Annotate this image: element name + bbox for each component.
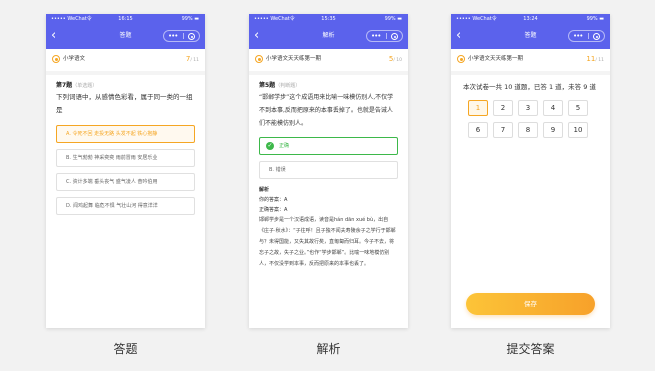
- capsule-divider: [386, 33, 387, 39]
- option-a[interactable]: A. 令死不回 走投无路 头发不起 铁心抱静: [56, 125, 195, 143]
- check-icon: ✓: [266, 142, 274, 150]
- question-type: （判断题）: [275, 83, 301, 89]
- capsule-divider: [183, 33, 184, 39]
- phone-answering: ••••• WeChat令 16:15 99% ▬ ‹ 答题 ••• 小学语文 …: [46, 14, 205, 328]
- question-number: 第7题: [56, 82, 73, 89]
- nav-bar: ‹ 答题 •••: [46, 24, 205, 49]
- top-bar: ••••• WeChat令 16:15 99% ▬ ‹ 答题 •••: [46, 14, 205, 49]
- option-d[interactable]: D. 闻鸡起舞 临危不惧 气壮山河 得意洋洋: [56, 197, 195, 215]
- quiz-name: 小学语文天天练第一期: [266, 56, 322, 62]
- target-icon: [457, 55, 465, 63]
- quiz-header: 小学语文天天练第一期 11/ 11: [451, 49, 610, 75]
- question-number: 第5题: [259, 82, 276, 89]
- mini-program-capsule: •••: [163, 30, 200, 42]
- mini-program-capsule: •••: [568, 30, 605, 42]
- your-answer: 你的答案：A: [259, 197, 288, 203]
- status-bar: ••••• WeChat令 15:35 99% ▬: [249, 14, 408, 24]
- caption-answering: 答题: [113, 342, 138, 356]
- analysis-body: 邯郸学步是一个汉语成语，读音是hán dān xué bù，出自《庄子·秋水》：…: [259, 217, 396, 267]
- save-button[interactable]: 保存: [466, 293, 595, 315]
- option-a-correct[interactable]: ✓ 正确: [259, 137, 398, 155]
- question-number-cell[interactable]: 2: [493, 100, 513, 116]
- option-b[interactable]: B. 生气勃勃 神采奕奕 雨前冒雨 安居乐业: [56, 149, 195, 167]
- close-target-icon[interactable]: [593, 33, 600, 40]
- question-progress: 11/ 11: [586, 49, 604, 71]
- question-heading: 第7题（单选题）: [56, 81, 195, 91]
- question-number-cell[interactable]: 6: [468, 122, 488, 138]
- question-progress: 5/ 10: [389, 49, 402, 71]
- capsule-divider: [588, 33, 589, 39]
- battery-indicator: 99% ▬: [384, 16, 402, 22]
- quiz-name: 小学语文天天练第一期: [468, 56, 524, 62]
- question-number-grid: 1 2 3 4 5 6 7 8 9 10: [451, 100, 610, 144]
- option-c[interactable]: C. 资计多端 垂头丧气 盛气凌人 奋吟伯用: [56, 173, 195, 191]
- nav-bar: ‹ 解析 •••: [249, 24, 408, 49]
- question-number-cell[interactable]: 3: [518, 100, 538, 116]
- battery-indicator: 99% ▬: [181, 16, 199, 22]
- phone-analysis: ••••• WeChat令 15:35 99% ▬ ‹ 解析 ••• 小学语文天…: [249, 14, 408, 328]
- question-text: “邯郸学步”这个成语用来比喻一味模仿别人,不仅学不到本事,反而把原来的本事丢掉了…: [259, 94, 394, 127]
- option-b[interactable]: B. 错误: [259, 161, 398, 179]
- answer-summary: 本次试卷一共 10 道题，已答 1 道，未答 9 道: [463, 83, 596, 91]
- analysis-section: 解析 你的答案：A 正确答案：A 邯郸学步是一个汉语成语，读音是hán dān …: [259, 185, 398, 270]
- status-bar: ••••• WeChat令 13:24 99% ▬: [451, 14, 610, 24]
- caption-submit: 提交答案: [506, 342, 555, 356]
- progress-total: / 10: [393, 58, 402, 63]
- question-number-cell[interactable]: 5: [568, 100, 588, 116]
- analysis-heading: 解析: [259, 187, 270, 193]
- status-bar: ••••• WeChat令 16:15 99% ▬: [46, 14, 205, 24]
- top-bar: ••••• WeChat令 13:24 99% ▬ ‹ 答题 •••: [451, 14, 610, 49]
- question-number-cell[interactable]: 1: [468, 100, 488, 116]
- top-bar: ••••• WeChat令 15:35 99% ▬ ‹ 解析 •••: [249, 14, 408, 49]
- question-type: （单选题）: [72, 83, 98, 89]
- question-heading: 第5题（判断题）: [259, 81, 398, 91]
- battery-indicator: 99% ▬: [586, 16, 604, 22]
- question-progress: 7/ 11: [186, 49, 199, 71]
- phone-submit: ••••• WeChat令 13:24 99% ▬ ‹ 答题 ••• 小学语文天…: [451, 14, 610, 328]
- question-area: 第5题（判断题） “邯郸学步”这个成语用来比喻一味模仿别人,不仅学不到本事,反而…: [249, 75, 408, 270]
- close-target-icon[interactable]: [188, 33, 195, 40]
- question-number-cell[interactable]: 8: [518, 122, 538, 138]
- mini-program-capsule: •••: [366, 30, 403, 42]
- quiz-header: 小学语文 7/ 11: [46, 49, 205, 75]
- question-number-cell[interactable]: 9: [543, 122, 563, 138]
- progress-current: 11: [586, 55, 596, 63]
- question-number-cell[interactable]: 4: [543, 100, 563, 116]
- more-icon[interactable]: •••: [371, 32, 381, 40]
- target-icon: [52, 55, 60, 63]
- question-text: 下列词语中，从感情色彩看，属于同一类的一组是: [56, 93, 193, 114]
- question-number-cell[interactable]: 10: [568, 122, 588, 138]
- progress-total: / 11: [190, 58, 199, 63]
- progress-total: / 11: [595, 58, 604, 63]
- option-a-label: 正确: [279, 143, 290, 149]
- quiz-header: 小学语文天天练第一期 5/ 10: [249, 49, 408, 75]
- target-icon: [255, 55, 263, 63]
- question-area: 第7题（单选题） 下列词语中，从感情色彩看，属于同一类的一组是 A. 令死不回 …: [46, 75, 205, 215]
- correct-answer: 正确答案：A: [259, 207, 288, 213]
- more-icon[interactable]: •••: [573, 32, 583, 40]
- close-target-icon[interactable]: [391, 33, 398, 40]
- caption-analysis: 解析: [316, 342, 341, 356]
- nav-bar: ‹ 答题 •••: [451, 24, 610, 49]
- question-number-cell[interactable]: 7: [493, 122, 513, 138]
- quiz-name: 小学语文: [63, 56, 86, 62]
- more-icon[interactable]: •••: [168, 32, 178, 40]
